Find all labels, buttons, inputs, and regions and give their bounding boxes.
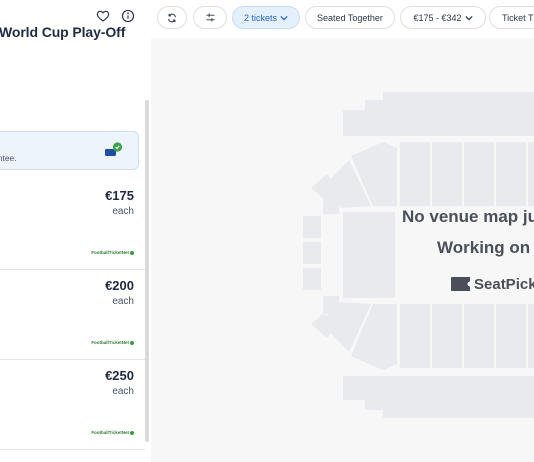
seated-together-toggle[interactable]: Seated Together [305,6,395,29]
ticket-shield-icon [103,141,123,161]
ticket-type-select[interactable]: Ticket T [489,6,534,29]
listing-unit: each [112,296,134,307]
brand-logo: SeatPick [446,274,534,294]
listing-item[interactable]: €175 each FootballTicketNet [0,180,145,270]
tickets-quantity-select[interactable]: 2 tickets [232,6,300,29]
listing-price: €250 [105,368,134,383]
listing-panel: World Cup Play-Off antee. €175 each Foot… [0,0,151,462]
working-message: Working on [437,238,531,257]
sliders-icon [205,12,216,23]
price-range-label: €175 - €342 [413,12,462,23]
ticket-logo-icon [446,277,470,291]
listing-item[interactable]: €200 each FootballTicketNet [0,270,145,360]
heart-icon[interactable] [96,9,110,23]
venue-map-area: No venue map ju Working on SeatPick [151,38,534,462]
listing-scrollbar[interactable] [145,100,149,442]
info-icon[interactable] [121,9,135,23]
refresh-icon [167,13,177,23]
listing-unit: each [112,386,134,397]
seated-together-label: Seated Together [317,12,383,23]
refresh-button[interactable] [157,6,187,29]
ticket-type-label: Ticket T [502,12,534,23]
guarantee-banner: antee. [0,131,139,170]
listing-item[interactable]: €250 each FootballTicketNet [0,360,145,450]
listing-price: €175 [105,188,134,203]
price-range-select[interactable]: €175 - €342 [400,6,486,29]
filters-button[interactable] [193,6,227,29]
seller-logo: FootballTicketNet [91,430,134,435]
event-header: World Cup Play-Off [0,0,151,100]
seller-logo: FootballTicketNet [91,250,134,255]
filter-bar: 2 tickets Seated Together €175 - €342 Ti… [151,0,534,38]
tickets-quantity-label: 2 tickets [243,12,277,23]
listing-price: €200 [105,278,134,293]
listing-unit: each [112,206,134,217]
event-title: World Cup Play-Off [0,24,126,40]
seller-logo: FootballTicketNet [91,340,134,345]
guarantee-text: antee. [0,153,17,163]
chevron-down-icon [280,15,288,21]
chevron-down-icon [464,15,473,21]
brand-name: SeatPick [474,275,534,293]
no-map-message: No venue map ju [402,207,534,226]
